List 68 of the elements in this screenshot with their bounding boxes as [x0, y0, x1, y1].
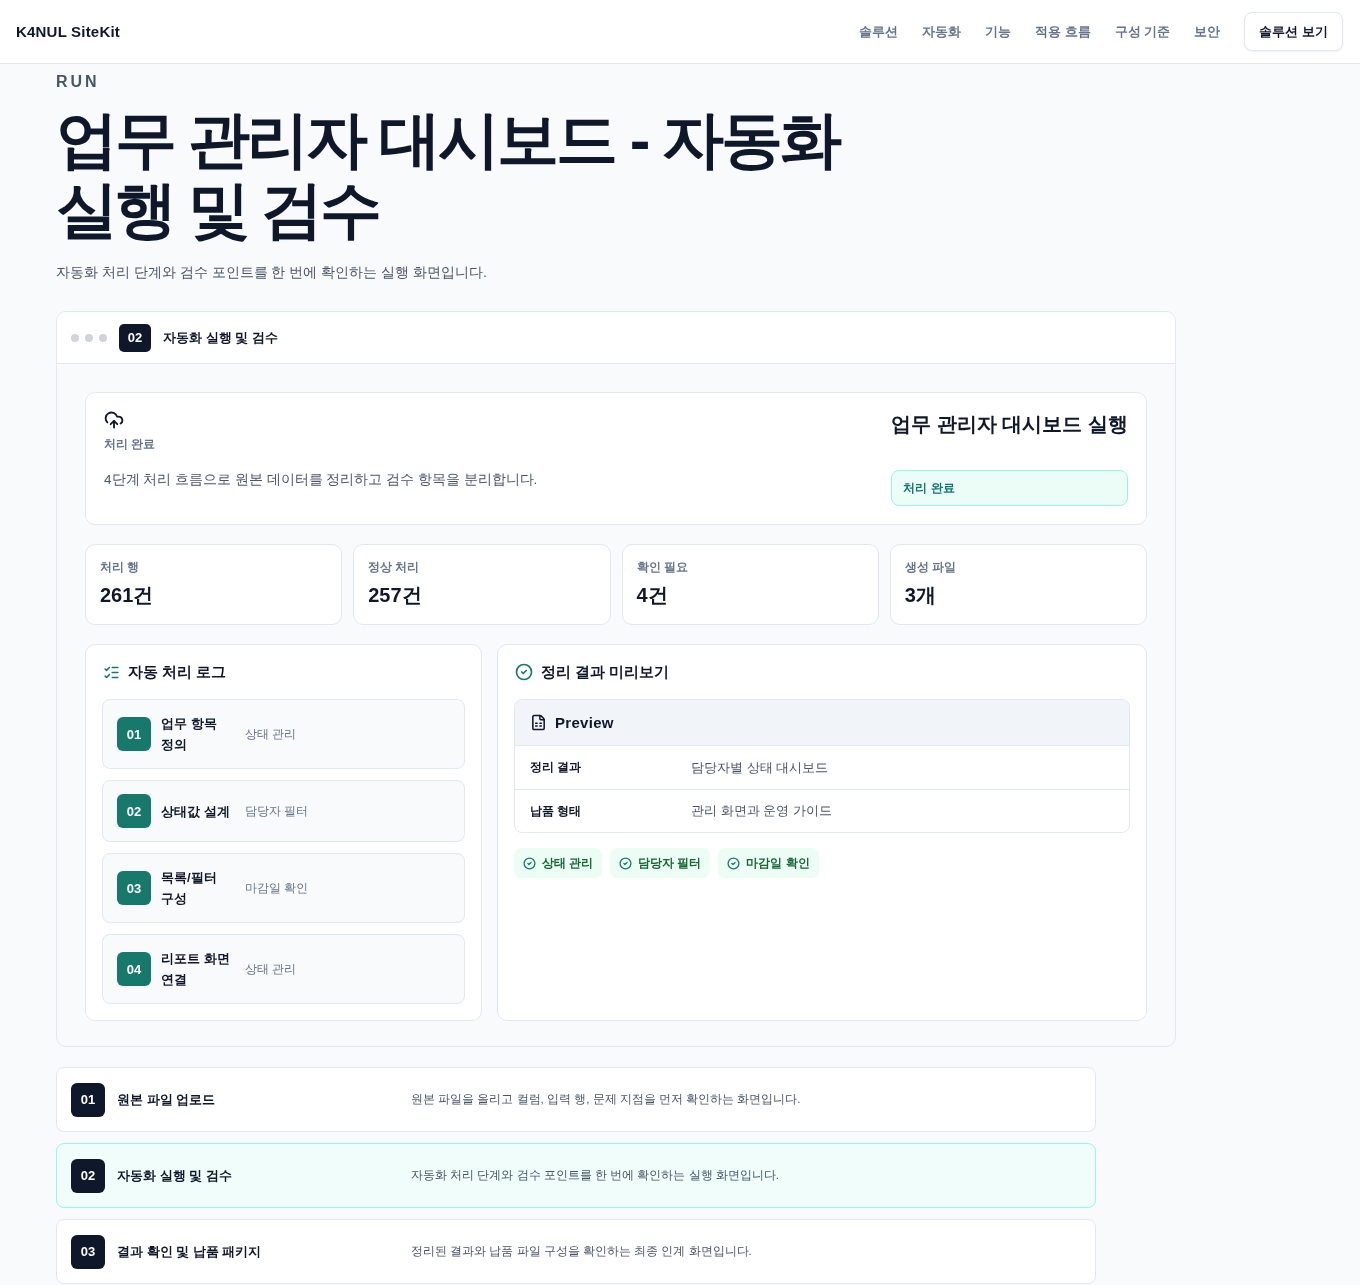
stat-value: 4건 — [636, 583, 669, 608]
step-badge: 02 — [119, 323, 151, 352]
stage-description: 정리된 결과와 납품 파일 구성을 확인하는 최종 인계 화면입니다. — [411, 1244, 753, 1259]
table-title: Preview — [555, 714, 614, 731]
panel-title: 정리 결과 미리보기 — [541, 662, 670, 682]
stage-card[interactable]: 03 결과 확인 및 납품 패키지 정리된 결과와 납품 파일 구성을 확인하는 최종 인계 화면입니다. — [56, 1219, 1096, 1284]
step-tag: 상태 관리 — [245, 724, 450, 744]
summary-title: 업무 관리자 대시보드 실행 — [891, 412, 1128, 437]
stat-label: 처리 행 — [100, 560, 141, 575]
status-badge: 처리 완료 — [891, 470, 1128, 506]
nav-link[interactable]: 기능 — [985, 22, 1012, 41]
row-value: 담당자별 상태 대시보드 — [691, 758, 830, 777]
stat-value: 261건 — [100, 583, 155, 608]
stage-card[interactable]: 02 자동화 실행 및 검수 자동화 처리 단계와 검수 포인트를 한 번에 확인하는 실행 화면입니다. — [56, 1143, 1096, 1208]
step-number: 04 — [117, 952, 151, 986]
nav-link[interactable]: 보안 — [1194, 22, 1221, 41]
page-title: 업무 관리자 대시보드 - 자동화 실행 및 검수 — [56, 105, 841, 245]
cloud-upload-icon — [104, 410, 124, 430]
step-title: 업무 항목 정의 — [161, 715, 218, 754]
row-label: 납품 형태 — [530, 802, 583, 820]
chip-label: 마감일 확인 — [746, 855, 810, 871]
stage-number: 01 — [71, 1082, 105, 1117]
stage-title: 결과 확인 및 납품 패키지 — [117, 1242, 263, 1261]
stat-value: 3개 — [904, 583, 937, 608]
check-circle-icon — [619, 856, 633, 870]
check-circle-icon — [515, 663, 533, 681]
window-dot-icon — [71, 333, 79, 342]
step-title: 상태값 설계 — [161, 802, 231, 821]
logo: K4NUL SiteKit — [16, 23, 120, 40]
nav-link[interactable]: 솔루션 — [859, 22, 899, 41]
panel-title: 자동 처리 로그 — [128, 662, 227, 682]
summary-label: 처리 완료 — [104, 437, 156, 452]
step-tag: 마감일 확인 — [245, 878, 450, 898]
chip-label: 담당자 필터 — [638, 855, 702, 871]
stat-value: 257건 — [368, 583, 423, 608]
stat-label: 생성 파일 — [904, 560, 957, 575]
stat-label: 확인 필요 — [636, 560, 689, 575]
nav-link[interactable]: 구성 기준 — [1114, 22, 1171, 41]
page-subtitle: 자동화 처리 단계와 검수 포인트를 한 번에 확인하는 실행 화면입니다. — [56, 263, 488, 282]
stage-title: 자동화 실행 및 검수 — [117, 1166, 233, 1185]
spreadsheet-file-icon — [530, 714, 547, 731]
eyebrow: RUN — [56, 73, 101, 91]
window-title: 자동화 실행 및 검수 — [163, 328, 278, 347]
nav-link[interactable]: 자동화 — [922, 22, 962, 41]
stage-description: 원본 파일을 올리고 컬럼, 입력 행, 문제 지점을 먼저 확인하는 화면입니다. — [411, 1092, 802, 1107]
row-value: 관리 화면과 운영 가이드 — [691, 802, 833, 820]
step-title: 리포트 화면 연결 — [161, 950, 231, 989]
stage-title: 원본 파일 업로드 — [117, 1090, 217, 1109]
step-title: 목록/필터 구성 — [161, 869, 218, 908]
window-dot-icon — [85, 333, 93, 342]
stage-number: 03 — [71, 1234, 105, 1269]
check-circle-icon — [523, 856, 536, 870]
nav-link[interactable]: 적용 흐름 — [1035, 22, 1091, 41]
step-number: 02 — [117, 794, 151, 828]
step-tag: 상태 관리 — [245, 959, 450, 979]
step-tag: 담당자 필터 — [245, 801, 450, 821]
stage-card[interactable]: 01 원본 파일 업로드 원본 파일을 올리고 컬럼, 입력 행, 문제 지점을 먼저 확인하는 화면입니다. — [56, 1067, 1096, 1132]
chip-label: 상태 관리 — [542, 855, 594, 871]
row-label: 정리 결과 — [530, 759, 583, 776]
stat-label: 정상 처리 — [368, 560, 421, 575]
stage-number: 02 — [71, 1158, 105, 1193]
check-circle-icon — [727, 856, 741, 870]
summary-description: 4단계 처리 흐름으로 원본 데이터를 정리하고 검수 항목을 분리합니다. — [104, 471, 538, 489]
stage-description: 자동화 처리 단계와 검수 포인트를 한 번에 확인하는 실행 화면입니다. — [411, 1168, 780, 1183]
step-number: 03 — [117, 871, 151, 905]
window-dot-icon — [99, 333, 107, 342]
cta-button[interactable]: 솔루션 보기 — [1244, 12, 1343, 51]
step-number: 01 — [117, 717, 151, 751]
